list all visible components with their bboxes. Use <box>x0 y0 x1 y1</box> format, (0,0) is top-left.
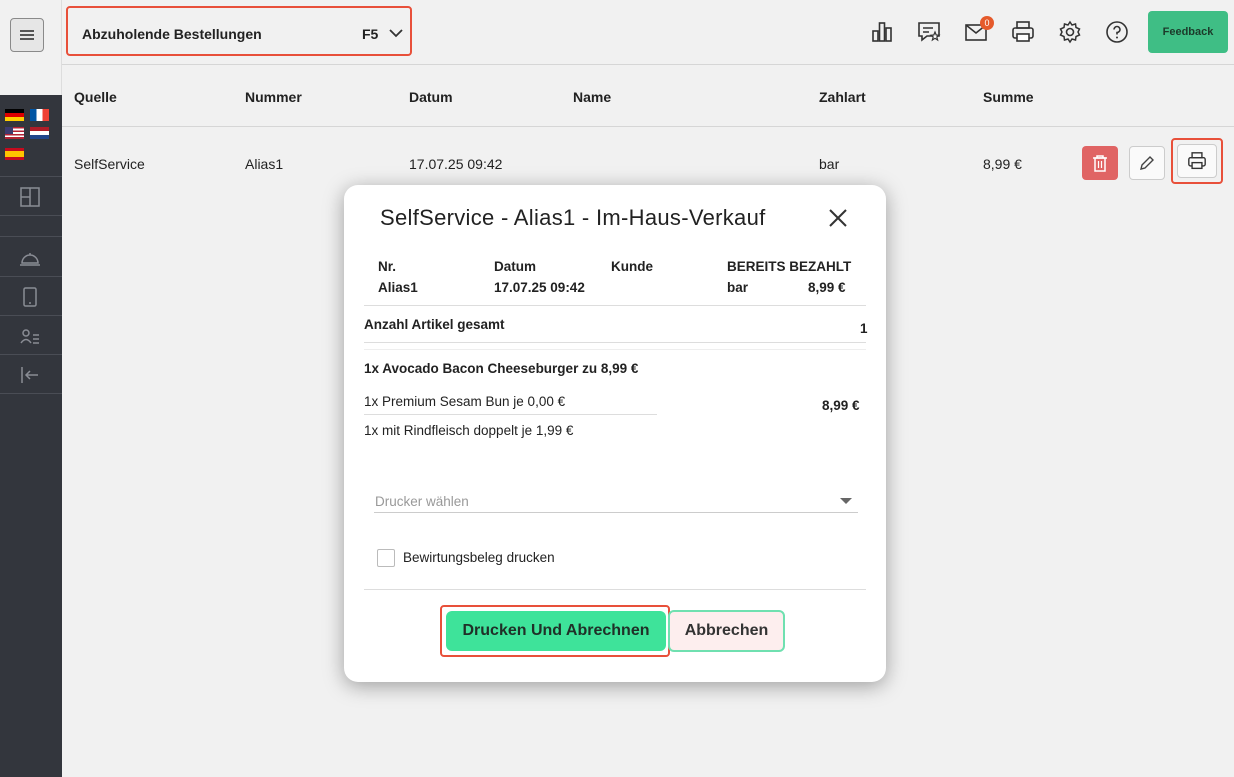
column-header[interactable]: Zahlart <box>819 89 866 105</box>
column-header[interactable]: Nummer <box>245 89 302 105</box>
item-title: 1x Avocado Bacon Cheeseburger zu 8,99 € <box>364 361 639 376</box>
bar-chart-icon[interactable] <box>870 20 894 44</box>
divider <box>364 589 866 590</box>
edit-button[interactable] <box>1129 146 1165 180</box>
notification-badge: 0 <box>980 16 994 30</box>
sidebar-divider <box>0 215 62 216</box>
modifier-item: 1x Premium Sesam Bun je 0,00 € <box>364 394 566 409</box>
cell-nummer: Alias1 <box>245 156 284 172</box>
tablet-icon[interactable] <box>18 285 42 309</box>
gear-icon[interactable] <box>1058 20 1082 44</box>
view-selector[interactable]: Abzuholende Bestellungen F5 <box>66 6 412 56</box>
printer-select[interactable]: Drucker wählen <box>374 486 858 513</box>
print-button[interactable] <box>1177 144 1217 178</box>
nr-label: Nr. <box>378 259 397 274</box>
menu-icon <box>20 30 34 40</box>
cell-datum: 17.07.25 09:42 <box>409 156 503 172</box>
article-count-label: Anzahl Artikel gesamt <box>364 317 505 332</box>
dialog-title: SelfService - Alias1 - Im-Haus-Verkauf <box>380 205 766 230</box>
divider <box>364 414 657 415</box>
chevron-down-icon <box>389 29 403 38</box>
reviews-icon[interactable] <box>917 20 941 44</box>
top-bar: Abzuholende Bestellungen F5 0 Feedback <box>62 0 1234 65</box>
paid-label: BEREITS BEZAHLT <box>727 259 852 274</box>
column-header[interactable]: Quelle <box>74 89 117 105</box>
paid-method: bar <box>727 280 749 295</box>
modifier-item: 1x mit Rindfleisch doppelt je 1,99 € <box>364 423 574 438</box>
kunde-label: Kunde <box>611 259 653 274</box>
view-shortcut: F5 <box>362 26 379 42</box>
help-icon[interactable] <box>1105 20 1129 44</box>
orders-table-header: Quelle Nummer Datum Name Zahlart Summe <box>62 65 1234 127</box>
receipt-checkbox[interactable] <box>377 549 395 567</box>
flag-nl-icon[interactable] <box>30 127 49 139</box>
menu-button[interactable] <box>10 18 44 52</box>
trash-icon <box>1093 155 1107 172</box>
receipt-checkbox-label[interactable]: Bewirtungsbeleg drucken <box>403 550 555 565</box>
printer-icon <box>1188 152 1206 170</box>
pencil-icon <box>1140 156 1154 170</box>
layout-icon[interactable] <box>18 185 42 209</box>
divider <box>364 349 866 350</box>
cell-zahlart: bar <box>819 156 840 172</box>
flag-us-icon[interactable] <box>5 127 24 139</box>
print-button-highlight <box>1171 138 1223 184</box>
delete-button[interactable] <box>1082 146 1118 180</box>
sidebar-divider <box>0 176 62 177</box>
feedback-button[interactable]: Feedback <box>1148 11 1228 53</box>
divider <box>364 305 866 306</box>
flag-de-icon[interactable] <box>5 109 24 121</box>
sidebar-header <box>0 0 62 95</box>
print-and-checkout-button[interactable]: Drucken Und Abrechnen <box>446 611 666 651</box>
view-title: Abzuholende Bestellungen <box>82 26 262 42</box>
column-header[interactable]: Name <box>573 89 611 105</box>
nr-value: Alias1 <box>378 280 418 295</box>
dropdown-arrow-icon <box>840 498 852 504</box>
paid-amount: 8,99 € <box>808 280 846 295</box>
cell-summe: 8,99 € <box>983 156 1022 172</box>
sidebar <box>0 0 62 777</box>
cancel-button[interactable]: Abbrechen <box>668 610 785 652</box>
sidebar-divider <box>0 393 62 394</box>
sidebar-divider <box>0 236 62 237</box>
article-count: 1 <box>860 321 868 336</box>
printer-placeholder: Drucker wählen <box>375 494 469 509</box>
primary-button-highlight: Drucken Und Abrechnen <box>440 605 670 657</box>
item-price: 8,99 € <box>822 398 860 413</box>
sidebar-divider <box>0 276 62 277</box>
user-list-icon[interactable] <box>18 325 42 349</box>
printer-icon[interactable] <box>1011 20 1035 44</box>
sidebar-divider <box>0 315 62 316</box>
divider <box>364 342 866 343</box>
logout-icon[interactable] <box>18 363 42 387</box>
datum-value: 17.07.25 09:42 <box>494 280 585 295</box>
cell-quelle: SelfService <box>74 156 145 172</box>
cloche-icon[interactable] <box>18 246 42 270</box>
order-dialog: SelfService - Alias1 - Im-Haus-Verkauf N… <box>344 185 886 682</box>
sidebar-divider <box>0 354 62 355</box>
column-header[interactable]: Summe <box>983 89 1034 105</box>
flag-fr-icon[interactable] <box>30 109 49 121</box>
column-header[interactable]: Datum <box>409 89 453 105</box>
close-icon[interactable] <box>826 206 850 230</box>
flag-es-icon[interactable] <box>5 148 24 160</box>
datum-label: Datum <box>494 259 537 274</box>
